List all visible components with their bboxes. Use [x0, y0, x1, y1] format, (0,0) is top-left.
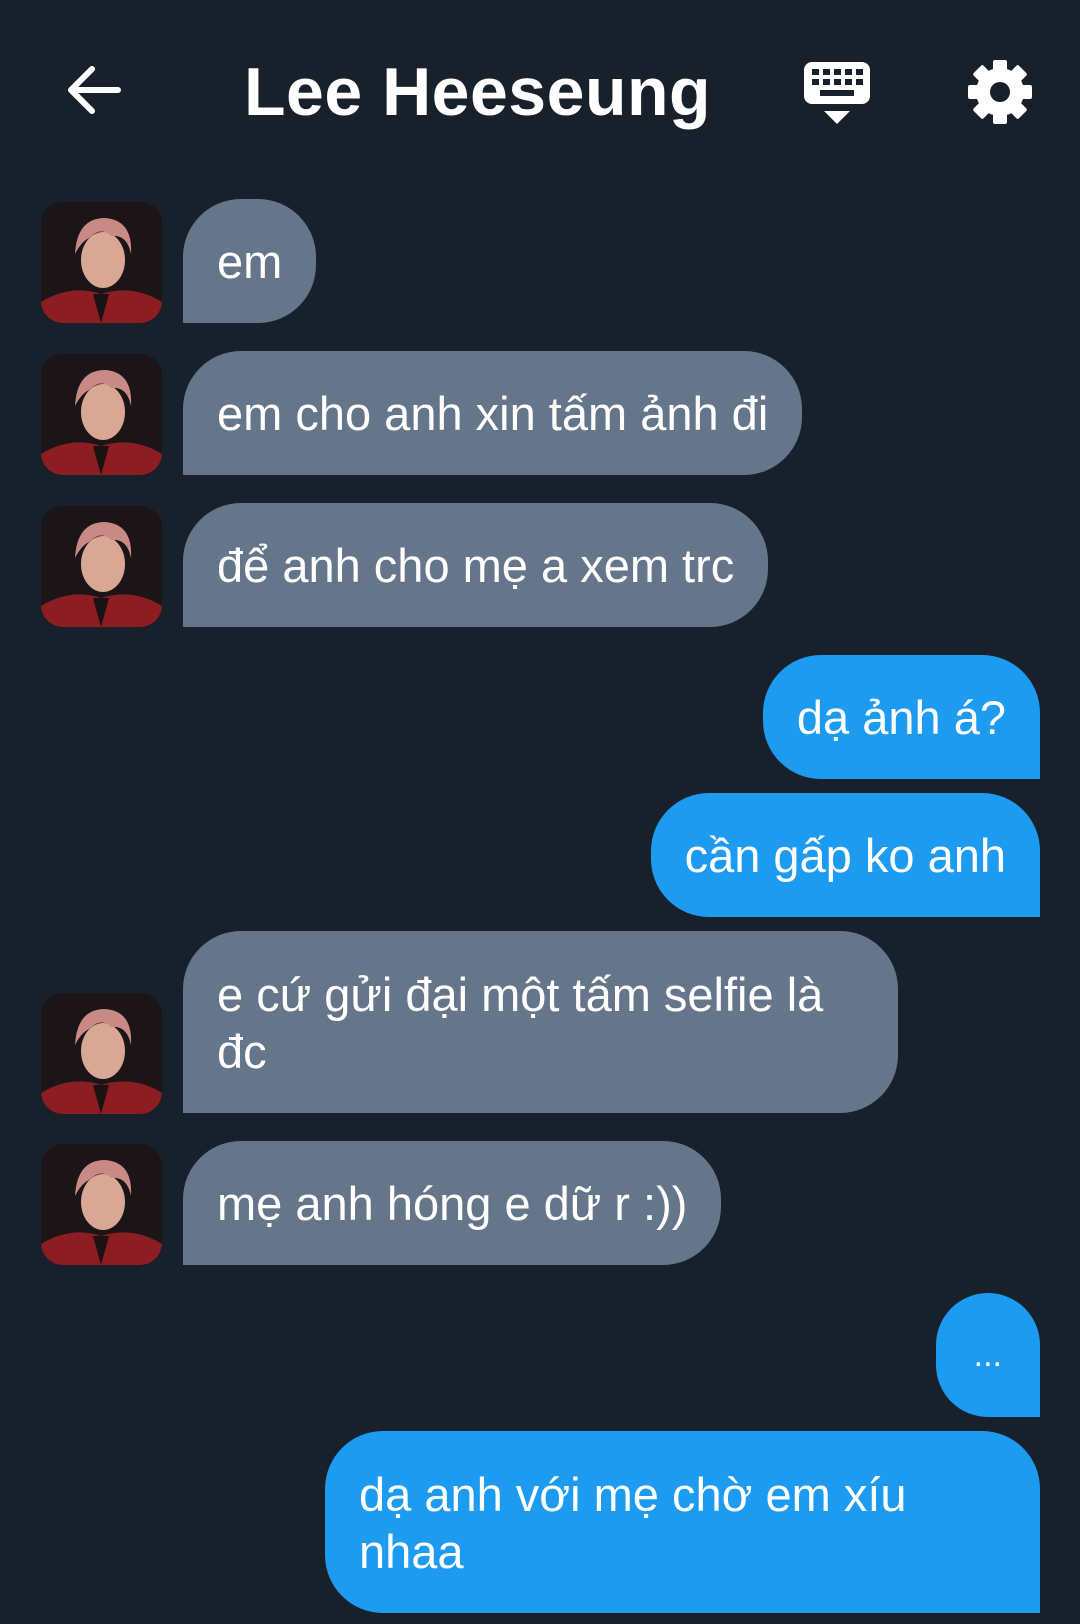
message-bubble-incoming[interactable]: em cho anh xin tấm ảnh đi — [183, 351, 803, 475]
message-text: e cứ gửi đại một tấm selfie là đc — [217, 968, 824, 1078]
gear-icon — [968, 60, 1032, 124]
message-text: cần gấp ko anh — [684, 828, 1006, 882]
contact-photo — [41, 354, 162, 475]
back-button[interactable] — [62, 58, 126, 122]
settings-button[interactable] — [964, 56, 1036, 128]
contact-photo — [41, 202, 162, 323]
message-bubble-outgoing[interactable]: dạ ảnh á? — [762, 655, 1040, 779]
message-bubble-outgoing[interactable]: dạ anh với mẹ chờ em xíu nhaa — [325, 1431, 1040, 1613]
page-title: Lee Heeseung — [244, 54, 712, 130]
message-text: dạ anh với mẹ chờ em xíu nhaa — [359, 1468, 907, 1578]
arrow-left-icon — [68, 66, 121, 114]
message-bubble-incoming[interactable]: để anh cho mẹ a xem trc — [183, 503, 769, 627]
message-bubble-incoming[interactable]: e cứ gửi đại một tấm selfie là đc — [183, 931, 898, 1113]
avatar[interactable] — [41, 354, 162, 475]
contact-photo — [41, 993, 162, 1114]
message-bubble-incoming[interactable]: mẹ anh hóng e dữ r :)) — [183, 1141, 722, 1265]
contact-photo — [41, 506, 162, 627]
avatar[interactable] — [41, 202, 162, 323]
message-text: dạ ảnh á? — [796, 690, 1006, 744]
avatar[interactable] — [41, 506, 162, 627]
avatar[interactable] — [41, 1144, 162, 1265]
keyboard-toggle-button[interactable] — [800, 58, 874, 132]
message-bubble-incoming[interactable]: em — [183, 199, 317, 323]
message-text: ... — [973, 1335, 1002, 1374]
message-text: em cho anh xin tấm ảnh đi — [217, 386, 769, 440]
message-text: em — [217, 234, 283, 288]
message-bubble-outgoing[interactable]: ... — [935, 1293, 1040, 1417]
keyboard-hide-icon — [804, 62, 870, 124]
message-text: mẹ anh hóng e dữ r :)) — [217, 1176, 688, 1230]
avatar[interactable] — [41, 993, 162, 1114]
contact-photo — [41, 1144, 162, 1265]
chat-header: Lee Heeseung — [0, 0, 1080, 190]
message-text: để anh cho mẹ a xem trc — [217, 538, 735, 592]
message-bubble-outgoing[interactable]: cần gấp ko anh — [650, 793, 1040, 917]
